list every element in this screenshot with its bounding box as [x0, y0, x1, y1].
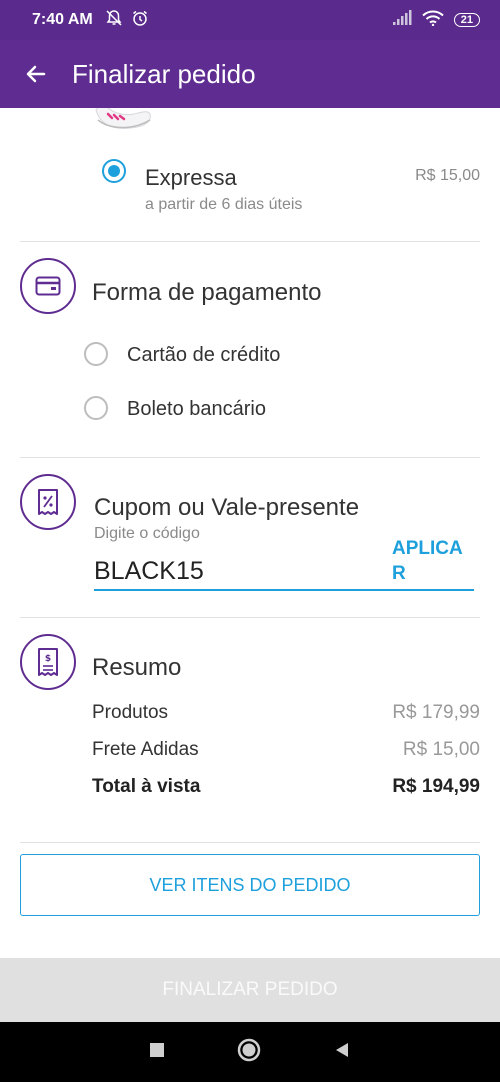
status-bar: 7:40 AM 21: [0, 0, 500, 40]
coupon-section-title: Cupom ou Vale-presente: [94, 494, 360, 521]
payment-radio-credit-card[interactable]: [84, 342, 108, 366]
payment-option-boleto[interactable]: Boleto bancário: [127, 398, 266, 421]
coupon-code-input[interactable]: BLACK15: [94, 557, 204, 586]
payment-option-credit-card[interactable]: Cartão de crédito: [127, 344, 280, 367]
back-icon[interactable]: [333, 1041, 351, 1064]
shipping-option-desc: a partir de 6 dias úteis: [145, 196, 303, 213]
apply-coupon-button[interactable]: APLICA R: [392, 536, 463, 586]
notifications-off-icon: [105, 9, 123, 32]
apply-button-label-line1: APLICA: [392, 538, 463, 559]
svg-text:$: $: [45, 654, 51, 664]
summary-section-title: Resumo: [92, 654, 182, 681]
summary-row-value: R$ 15,00: [402, 739, 480, 760]
summary-row-label: Produtos: [92, 702, 169, 723]
signal-icon: [392, 9, 412, 31]
divider: [20, 842, 480, 843]
shipping-option-price: R$ 15,00: [415, 167, 480, 184]
recent-apps-icon[interactable]: [149, 1042, 165, 1063]
alarm-icon: [131, 9, 149, 32]
divider: [20, 457, 480, 458]
divider: [20, 241, 480, 242]
app-bar: Finalizar pedido: [0, 40, 500, 108]
view-order-items-button[interactable]: VER ITENS DO PEDIDO: [20, 854, 480, 916]
wifi-icon: [422, 10, 444, 31]
radio-selected-dot: [108, 165, 120, 177]
shipping-option-label: Expressa: [145, 165, 237, 190]
divider: [20, 617, 480, 618]
home-icon[interactable]: [237, 1038, 261, 1067]
summary-row-value: R$ 179,99: [392, 702, 480, 723]
arrow-left-icon[interactable]: [0, 40, 70, 108]
apply-button-label-line2: R: [392, 563, 406, 584]
summary-total-value: R$ 194,99: [392, 776, 480, 797]
summary-total-label: Total à vista: [92, 776, 201, 797]
discount-ticket-icon: [20, 474, 76, 530]
coupon-input-hint: Digite o código: [94, 525, 200, 542]
status-time: 7:40 AM: [32, 11, 93, 28]
credit-card-icon: [20, 258, 76, 314]
checkout-content[interactable]: Expressa a partir de 6 dias úteis R$ 15,…: [0, 108, 500, 958]
page-title: Finalizar pedido: [72, 58, 256, 89]
system-nav-bar: [0, 1022, 500, 1082]
product-image: [94, 108, 154, 139]
shipping-radio-express[interactable]: [102, 159, 126, 183]
payment-section-title: Forma de pagamento: [92, 279, 322, 306]
receipt-icon: $: [20, 634, 76, 690]
summary-row-label: Frete Adidas: [92, 739, 199, 760]
coupon-input-underline: [94, 589, 474, 591]
finalize-order-button[interactable]: FINALIZAR PEDIDO: [0, 958, 500, 1022]
payment-radio-boleto[interactable]: [84, 396, 108, 420]
battery-icon: 21: [453, 13, 480, 27]
